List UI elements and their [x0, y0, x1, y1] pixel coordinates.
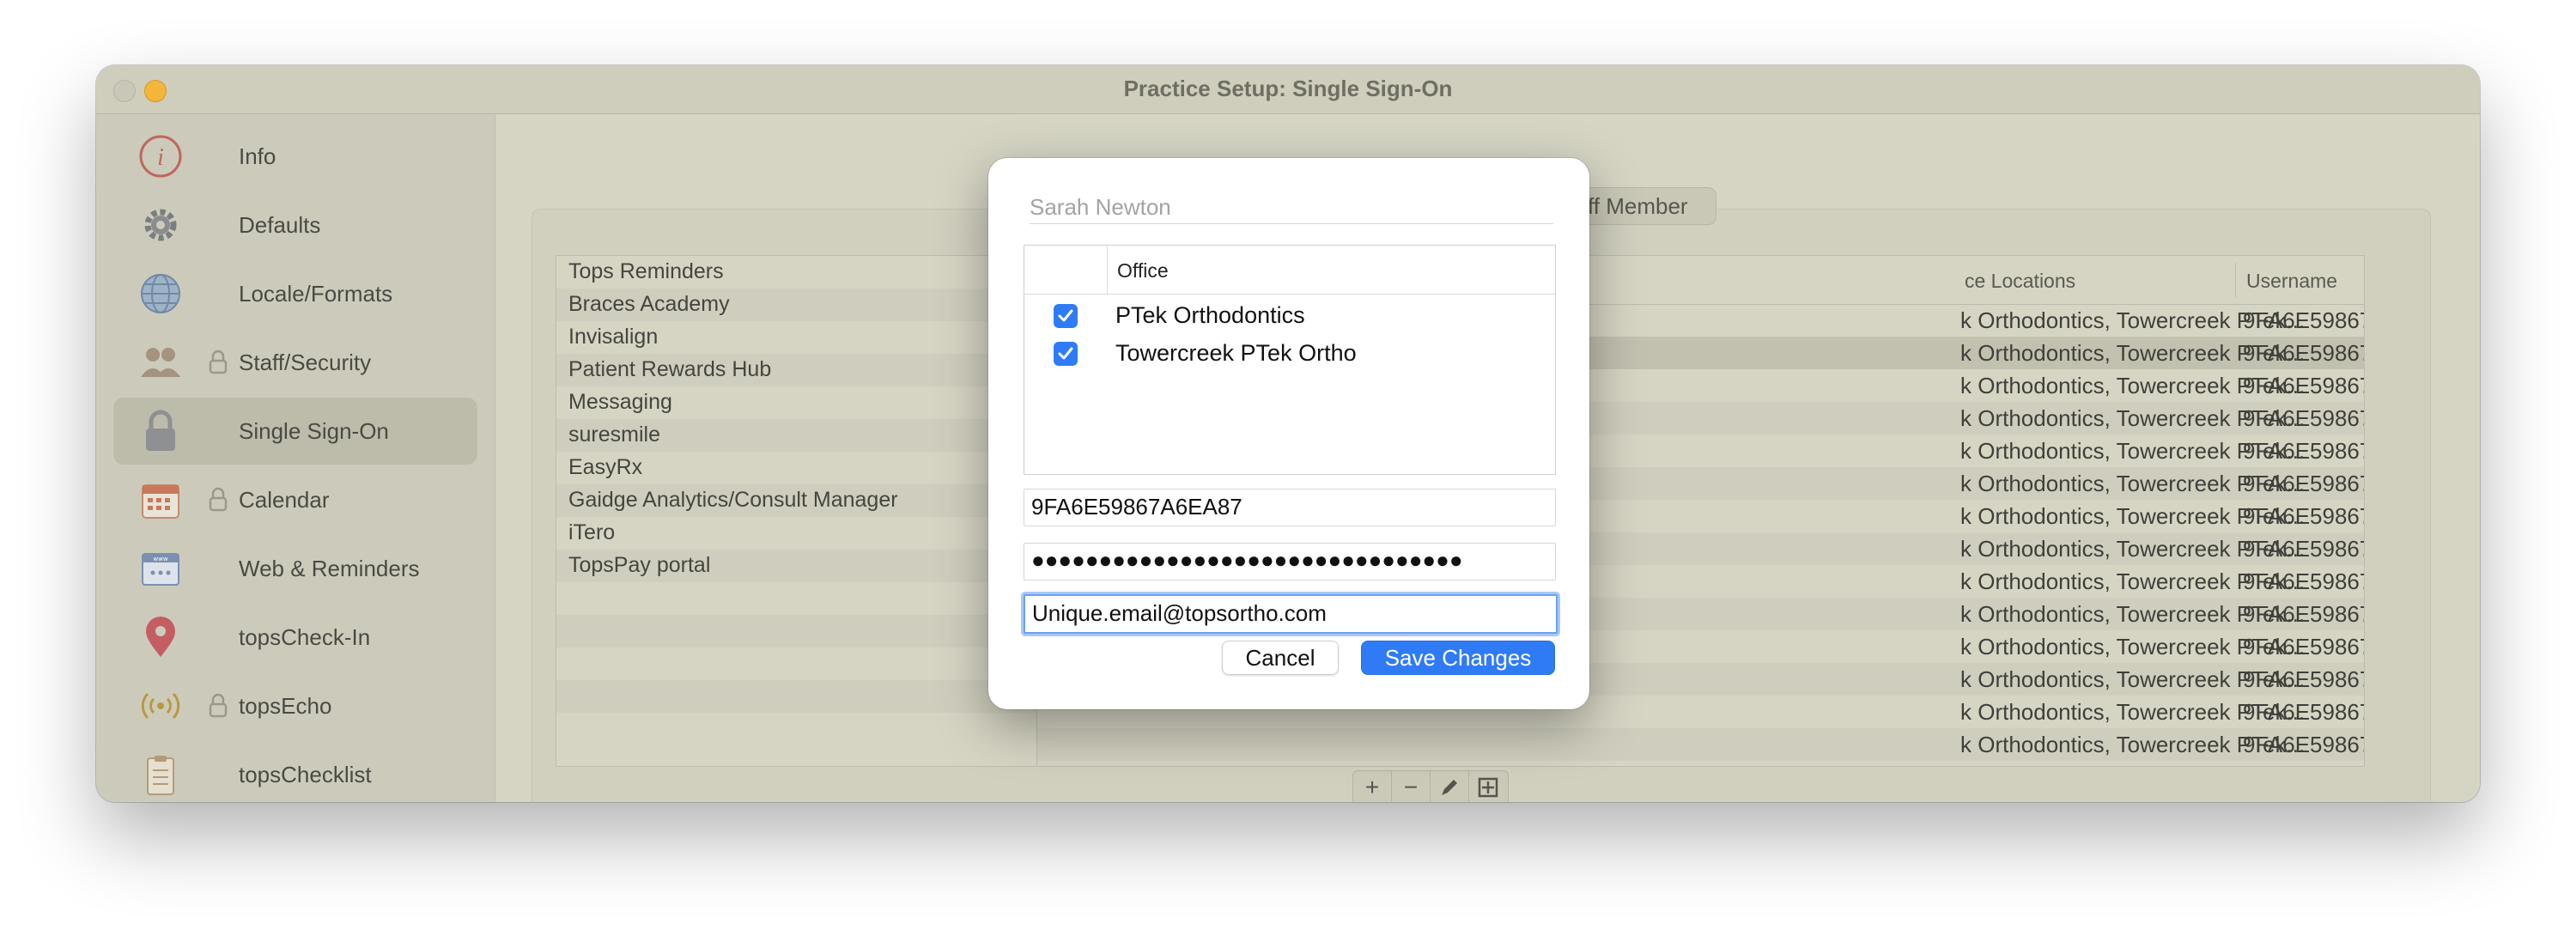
sidebar-item-label: Calendar	[239, 487, 330, 513]
sidebar-item-topsecho[interactable]: topsEcho	[113, 672, 477, 739]
sidebar-item-label: Single Sign-On	[239, 418, 389, 444]
office-checkbox[interactable]	[1054, 304, 1078, 328]
lock-icon	[209, 350, 228, 374]
gear-icon	[144, 209, 177, 241]
padlock-icon	[146, 410, 175, 451]
list-item-empty	[556, 680, 1037, 713]
sidebar-item-web-reminders[interactable]: www Web & Reminders	[113, 535, 477, 602]
clipboard-icon	[147, 756, 174, 795]
list-item[interactable]: TopsPay portal	[556, 550, 1037, 582]
list-item[interactable]: EasyRx	[556, 452, 1037, 484]
list-item[interactable]: Braces Academy	[556, 289, 1037, 321]
checkmark-icon	[1058, 309, 1073, 322]
list-item-empty	[556, 582, 1037, 615]
web-icon: www	[142, 553, 179, 586]
pencil-icon	[1442, 780, 1457, 795]
office-row[interactable]: Towercreek PTek Ortho	[1024, 335, 1555, 373]
password-mask: ●●●●●●●●●●●●●●●●●●●●●●●●●●●●●●●●	[1031, 547, 1463, 573]
title-bar: Practice Setup: Single Sign-On	[96, 65, 2480, 114]
sidebar-item-label: Locale/Formats	[239, 281, 393, 307]
list-item[interactable]: Gaidge Analytics/Consult Manager	[556, 484, 1037, 517]
staff-name-field[interactable]	[1030, 194, 1553, 224]
sidebar-item-label: Web & Reminders	[239, 556, 420, 581]
sidebar-item-label: topsCheck-In	[239, 624, 371, 650]
sidebar-item-label: Defaults	[239, 212, 321, 238]
sidebar-item-single-sign-on[interactable]: Single Sign-On	[113, 398, 477, 465]
map-pin-icon	[146, 617, 175, 657]
save-changes-button[interactable]: Save Changes	[1361, 641, 1555, 675]
office-table: Office PTek Orthodontics Towercreek PTek…	[1024, 245, 1556, 475]
broadcast-icon	[141, 692, 180, 720]
staff-name-input[interactable]	[1030, 194, 1553, 221]
table-row[interactable]: k Orthodontics, Towercreek PTek... 9FA6E5…	[1037, 728, 2364, 761]
svg-text:www: www	[153, 556, 167, 562]
globe-icon	[141, 274, 180, 313]
column-separator	[2235, 263, 2236, 297]
services-list: Tops Reminders Braces Academy Invisalign…	[556, 255, 1038, 767]
list-item-empty	[556, 615, 1037, 647]
calendar-icon	[142, 484, 179, 519]
column-header-office[interactable]: Office	[1117, 259, 1169, 283]
list-item-empty	[556, 713, 1037, 745]
list-item[interactable]: Patient Rewards Hub	[556, 354, 1037, 386]
edit-credentials-dialog: Office PTek Orthodontics Towercreek PTek…	[988, 158, 1589, 709]
cancel-button[interactable]: Cancel	[1222, 641, 1339, 675]
lock-icon	[209, 693, 228, 718]
sidebar-item-topschecklist[interactable]: topsChecklist	[113, 741, 477, 802]
email-field[interactable]	[1024, 594, 1558, 634]
office-checkbox[interactable]	[1054, 342, 1078, 366]
sidebar-item-label: Info	[239, 143, 276, 169]
window-title: Practice Setup: Single Sign-On	[1123, 76, 1453, 101]
plus-square-icon	[1478, 777, 1498, 798]
password-field[interactable]: ●●●●●●●●●●●●●●●●●●●●●●●●●●●●●●●●	[1024, 543, 1556, 580]
column-separator	[1107, 246, 1108, 294]
sidebar-item-label: topsEcho	[239, 693, 332, 719]
add-button[interactable]: +	[1353, 771, 1392, 802]
remove-button[interactable]: −	[1392, 771, 1431, 802]
username-input[interactable]	[1031, 489, 1546, 524]
sidebar-item-defaults[interactable]: Defaults	[113, 191, 477, 258]
column-header-locations[interactable]: ce Locations	[1965, 270, 2075, 293]
svg-text:i: i	[157, 144, 164, 171]
lock-icon	[209, 487, 228, 512]
list-item[interactable]: iTero	[556, 517, 1037, 550]
office-name: PTek Orthodontics	[1115, 302, 1305, 328]
sidebar-item-label: topsChecklist	[239, 762, 372, 787]
office-row[interactable]: PTek Orthodontics	[1024, 297, 1555, 335]
office-name: Towercreek PTek Ortho	[1115, 340, 1357, 366]
checkmark-icon	[1058, 347, 1073, 360]
list-item[interactable]: Invisalign	[556, 321, 1037, 354]
sidebar-item-staff-security[interactable]: Staff/Security	[113, 329, 477, 396]
people-icon	[141, 348, 180, 377]
sidebar-item-locale[interactable]: Locale/Formats	[113, 260, 477, 327]
email-input[interactable]	[1032, 596, 1547, 630]
table-toolbar: + −	[1352, 770, 1509, 802]
column-header-username[interactable]: Username	[2246, 270, 2337, 293]
sidebar-item-label: Staff/Security	[239, 350, 372, 375]
sidebar-item-info[interactable]: i Info	[113, 123, 477, 190]
duplicate-button[interactable]	[1469, 771, 1507, 802]
username-field[interactable]	[1024, 489, 1556, 526]
list-item[interactable]: Messaging	[556, 386, 1037, 419]
office-table-header: Office	[1024, 246, 1555, 295]
list-item-empty	[556, 647, 1037, 680]
list-item[interactable]: Tops Reminders	[556, 256, 1037, 289]
info-icon: i	[139, 135, 182, 178]
sidebar-item-topscheck-in[interactable]: topsCheck-In	[113, 604, 477, 671]
edit-button[interactable]	[1431, 771, 1469, 802]
sidebar: i Info Defaults Locale/Formats Staff/Sec…	[96, 114, 495, 802]
sidebar-item-calendar[interactable]: Calendar	[113, 466, 477, 533]
list-item[interactable]: suresmile	[556, 419, 1037, 452]
